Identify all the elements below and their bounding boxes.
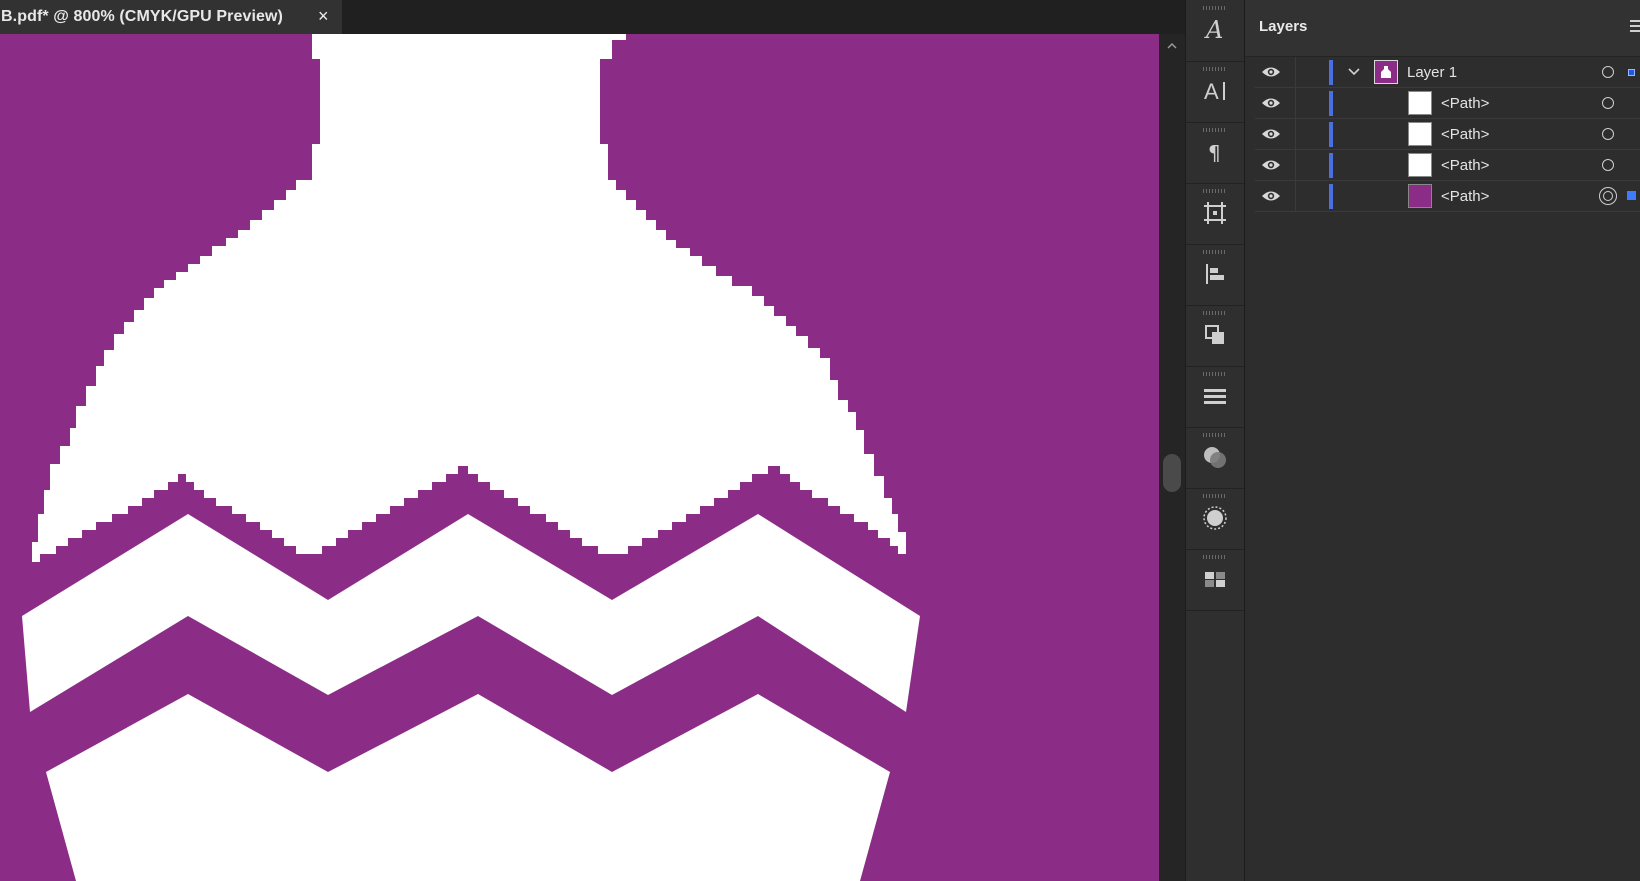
path-thumbnail (1408, 153, 1432, 177)
lock-column[interactable] (1295, 150, 1296, 180)
target-circle-icon[interactable] (1602, 128, 1614, 140)
tool-slot-stroke (1186, 366, 1244, 428)
svg-text:¶: ¶ (1208, 141, 1221, 165)
grip-handle[interactable] (1203, 250, 1227, 254)
document-tab-title: B.pdf* @ 800% (CMYK/GPU Preview) (1, 8, 283, 25)
grip-handle[interactable] (1203, 189, 1227, 193)
path-row[interactable]: <Path> (1255, 119, 1640, 150)
tool-slot-artboards (1186, 183, 1244, 245)
grip-handle[interactable] (1203, 128, 1227, 132)
close-icon[interactable]: × (318, 5, 329, 27)
panel-icon-strip: A A ¶ (1185, 0, 1245, 881)
stroke-icon[interactable] (1200, 381, 1230, 411)
tool-slot-align (1186, 244, 1244, 306)
eye-icon[interactable] (1261, 158, 1281, 172)
layer-color-bar (1329, 60, 1333, 85)
path-name[interactable]: <Path> (1441, 188, 1489, 205)
eye-icon[interactable] (1261, 127, 1281, 141)
layer-color-bar (1329, 122, 1333, 147)
eye-icon[interactable] (1261, 189, 1281, 203)
layer-color-bar (1329, 184, 1333, 209)
zigzag-band-top (22, 514, 920, 712)
path-name[interactable]: <Path> (1441, 157, 1489, 174)
vase-artwork (22, 34, 920, 881)
path-row[interactable]: <Path> (1255, 88, 1640, 119)
path-row[interactable]: <Path> (1255, 181, 1640, 212)
tool-slot-character-styles: A (1186, 0, 1244, 62)
artboard-canvas[interactable] (0, 34, 1159, 881)
lock-column[interactable] (1295, 57, 1296, 87)
tool-slot-pathfinder (1186, 305, 1244, 367)
grip-handle[interactable] (1203, 494, 1227, 498)
grip-handle[interactable] (1203, 6, 1227, 10)
layer-color-bar (1329, 153, 1333, 178)
transparency-icon[interactable] (1200, 442, 1230, 472)
paragraph-icon[interactable]: ¶ (1200, 137, 1230, 167)
selection-indicator[interactable] (1628, 69, 1635, 76)
tool-slot-character: A (1186, 61, 1244, 123)
vertical-scrollbar[interactable] (1159, 34, 1185, 881)
layer-color-bar (1329, 91, 1333, 116)
panel-menu-icon[interactable] (1630, 20, 1640, 32)
vase-thumbnail-icon (1381, 66, 1391, 78)
eye-icon[interactable] (1261, 65, 1281, 79)
vase-neck-shape (32, 34, 906, 562)
path-thumbnail (1408, 184, 1432, 208)
tool-slot-transparency (1186, 427, 1244, 489)
tool-slot-appearance (1186, 488, 1244, 550)
path-thumbnail (1408, 91, 1432, 115)
align-icon[interactable] (1200, 259, 1230, 289)
layer-row[interactable]: Layer 1 (1255, 57, 1640, 88)
target-circle-icon[interactable] (1602, 97, 1614, 109)
document-tab-bar: B.pdf* @ 800% (CMYK/GPU Preview) × (0, 0, 1185, 34)
target-circle-icon[interactable] (1602, 159, 1614, 171)
tool-slot-swatches (1186, 549, 1244, 611)
chevron-down-icon[interactable] (1347, 65, 1361, 79)
lock-column[interactable] (1295, 119, 1296, 149)
layers-panel: Layers Layer 1 <Path> <Path> <Path> <Pat… (1245, 0, 1640, 881)
artboards-icon[interactable] (1200, 198, 1230, 228)
chevron-up-icon[interactable] (1166, 40, 1178, 52)
pathfinder-icon[interactable] (1200, 320, 1230, 350)
svg-text:A: A (1204, 17, 1223, 43)
lock-column[interactable] (1295, 181, 1296, 211)
svg-text:A: A (1204, 79, 1219, 104)
zigzag-band-bottom (46, 694, 890, 881)
swatches-icon[interactable] (1200, 564, 1230, 594)
document-tab[interactable]: B.pdf* @ 800% (CMYK/GPU Preview) × (0, 0, 342, 34)
grip-handle[interactable] (1203, 372, 1227, 376)
grip-handle[interactable] (1203, 555, 1227, 559)
appearance-icon[interactable] (1200, 503, 1230, 533)
character-icon[interactable]: A (1200, 76, 1230, 106)
layers-panel-header: Layers (1245, 0, 1640, 57)
path-name[interactable]: <Path> (1441, 95, 1489, 112)
layer-name[interactable]: Layer 1 (1407, 64, 1457, 81)
panel-title[interactable]: Layers (1259, 18, 1307, 35)
grip-handle[interactable] (1203, 67, 1227, 71)
path-thumbnail (1408, 122, 1432, 146)
character-styles-icon[interactable]: A (1200, 15, 1230, 45)
selection-indicator[interactable] (1627, 191, 1636, 200)
scrollbar-thumb[interactable] (1163, 454, 1181, 492)
path-row[interactable]: <Path> (1255, 150, 1640, 181)
target-selected-icon[interactable] (1599, 187, 1617, 205)
target-circle-icon[interactable] (1602, 66, 1614, 78)
layer-thumbnail (1374, 60, 1398, 84)
grip-handle[interactable] (1203, 433, 1227, 437)
path-name[interactable]: <Path> (1441, 126, 1489, 143)
eye-icon[interactable] (1261, 96, 1281, 110)
lock-column[interactable] (1295, 88, 1296, 118)
tool-slot-paragraph: ¶ (1186, 122, 1244, 184)
grip-handle[interactable] (1203, 311, 1227, 315)
